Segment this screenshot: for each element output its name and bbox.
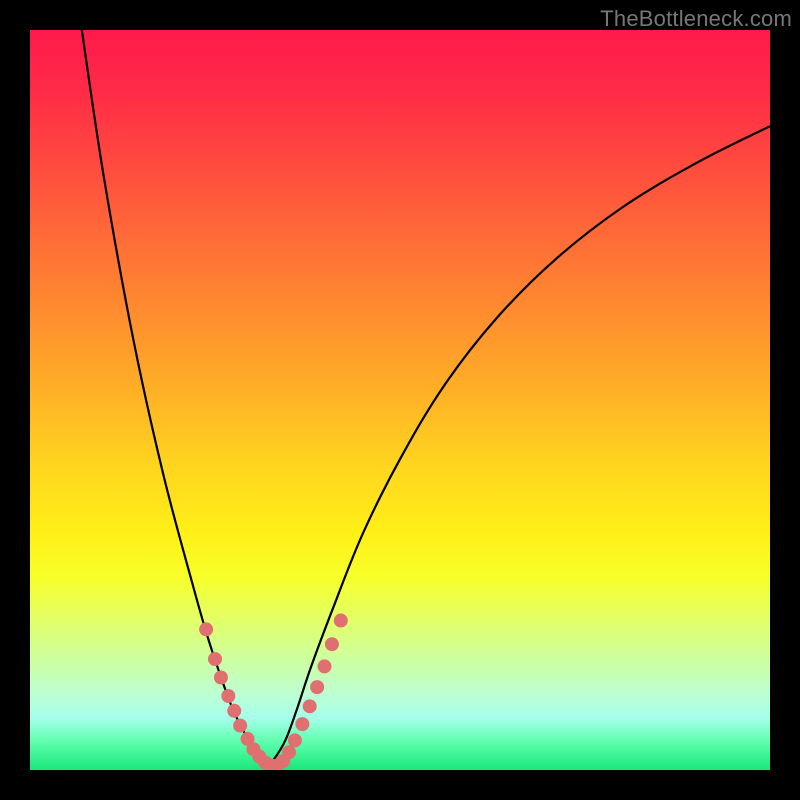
marker-dot: [233, 719, 247, 733]
marker-dot: [252, 750, 266, 764]
marker-dot: [288, 733, 302, 747]
marker-dot: [325, 637, 339, 651]
marker-dot: [303, 699, 317, 713]
marker-group: [199, 614, 348, 770]
marker-dot: [276, 754, 290, 768]
plot-area: [30, 30, 770, 770]
curve-right-branch: [267, 126, 770, 766]
marker-dot: [318, 659, 332, 673]
marker-dot: [310, 680, 324, 694]
marker-dot: [199, 622, 213, 636]
watermark-text: TheBottleneck.com: [600, 6, 792, 32]
marker-dot: [270, 759, 284, 770]
marker-dot: [227, 704, 241, 718]
marker-dot: [264, 759, 278, 770]
marker-dot: [241, 732, 255, 746]
marker-dot: [282, 745, 296, 759]
marker-dot: [214, 671, 228, 685]
chart-svg: [30, 30, 770, 770]
marker-dot: [221, 689, 235, 703]
marker-dot: [208, 652, 222, 666]
marker-dot: [334, 614, 348, 628]
marker-dot: [258, 756, 272, 770]
marker-dot: [246, 742, 260, 756]
curve-left-branch: [82, 30, 267, 766]
marker-dot: [295, 717, 309, 731]
chart-frame: TheBottleneck.com: [0, 0, 800, 800]
